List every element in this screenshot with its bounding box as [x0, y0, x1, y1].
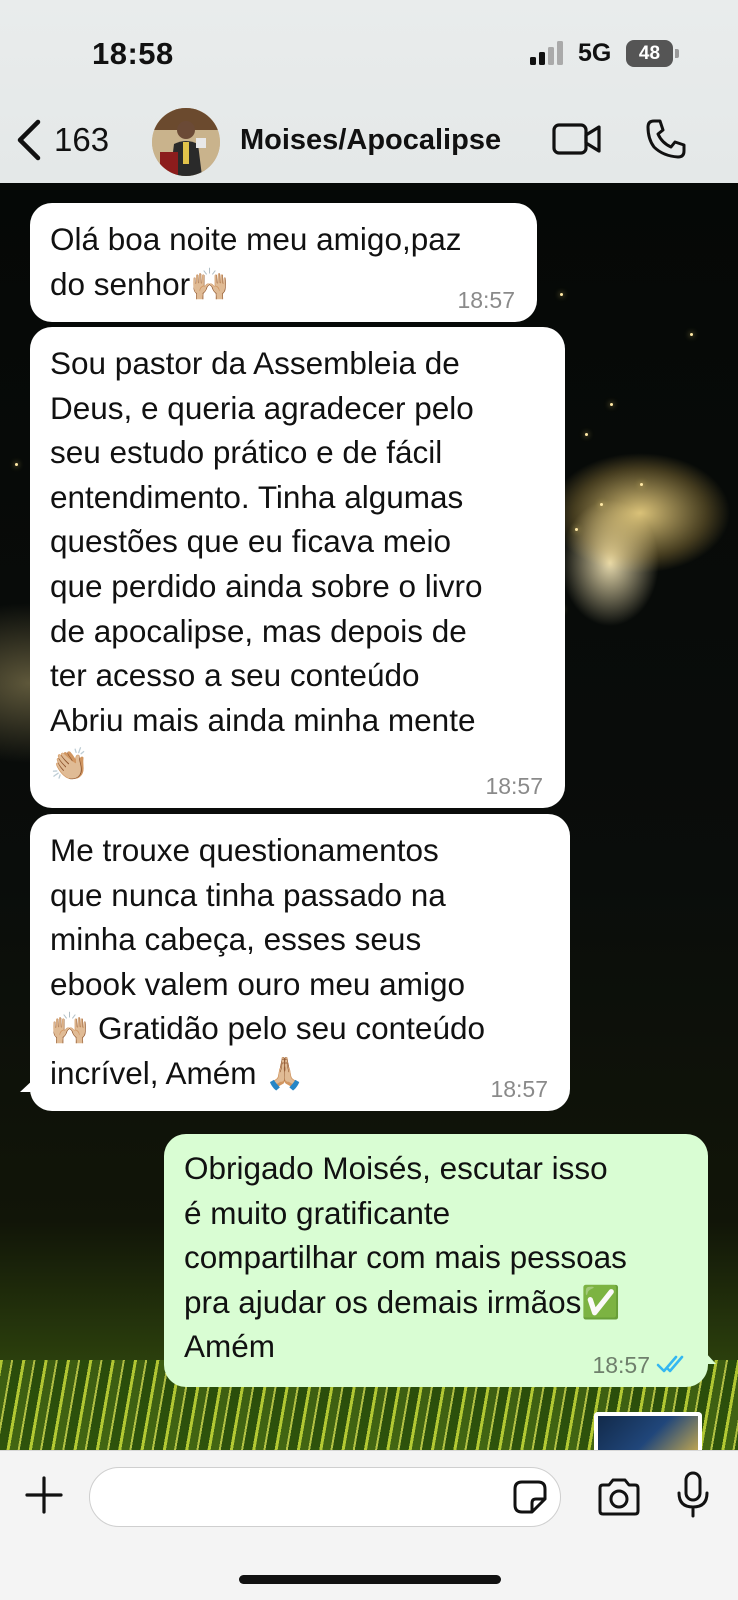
chat-screen: 18:58 5G 48 163 Moises/Apocalipse Olá bo…: [0, 0, 738, 1600]
contact-avatar[interactable]: [152, 108, 220, 176]
home-indicator: [239, 1575, 501, 1584]
message-bubble-incoming[interactable]: Olá boa noite meu amigo,paz do senhor🙌🏼 …: [30, 203, 537, 322]
message-time: 18:57: [490, 1076, 548, 1102]
signal-icon: [530, 41, 563, 65]
battery-level: 48: [638, 42, 661, 64]
avatar-image: [152, 108, 220, 176]
message-time: 18:57: [485, 773, 543, 799]
message-composer: [0, 1450, 738, 1600]
chat-header: 18:58 5G 48 163 Moises/Apocalipse: [0, 0, 738, 183]
unread-count: 163: [54, 121, 110, 158]
message-time: 18:57: [592, 1352, 650, 1378]
status-time: 18:58: [92, 36, 174, 71]
message-input[interactable]: [89, 1467, 561, 1527]
plus-icon[interactable]: [24, 1475, 64, 1515]
microphone-icon[interactable]: [675, 1471, 711, 1519]
message-bubble-incoming[interactable]: Sou pastor da Assembleia de Deus, e quer…: [30, 327, 565, 808]
sticker-icon[interactable]: [512, 1479, 548, 1515]
chevron-left-icon: [17, 119, 41, 161]
message-text: Obrigado Moisés, escutar isso é muito gr…: [184, 1150, 627, 1365]
message-time: 18:57: [457, 287, 515, 313]
network-type: 5G: [578, 39, 612, 67]
battery-icon: 48: [626, 40, 679, 67]
contact-name[interactable]: Moises/Apocalipse: [240, 124, 501, 157]
camera-icon[interactable]: [596, 1478, 642, 1516]
message-bubble-outgoing[interactable]: Obrigado Moisés, escutar isso é muito gr…: [164, 1134, 708, 1387]
message-text: Olá boa noite meu amigo,paz do senhor🙌🏼: [50, 221, 462, 302]
message-text: Sou pastor da Assembleia de Deus, e quer…: [50, 345, 483, 783]
phone-icon[interactable]: [645, 118, 687, 160]
video-call-icon[interactable]: [552, 122, 602, 156]
double-check-icon: [656, 1355, 684, 1373]
message-text: Me trouxe questionamentos que nunca tinh…: [50, 832, 486, 1091]
message-bubble-incoming[interactable]: Me trouxe questionamentos que nunca tinh…: [30, 814, 570, 1111]
back-button[interactable]: 163: [14, 112, 109, 168]
